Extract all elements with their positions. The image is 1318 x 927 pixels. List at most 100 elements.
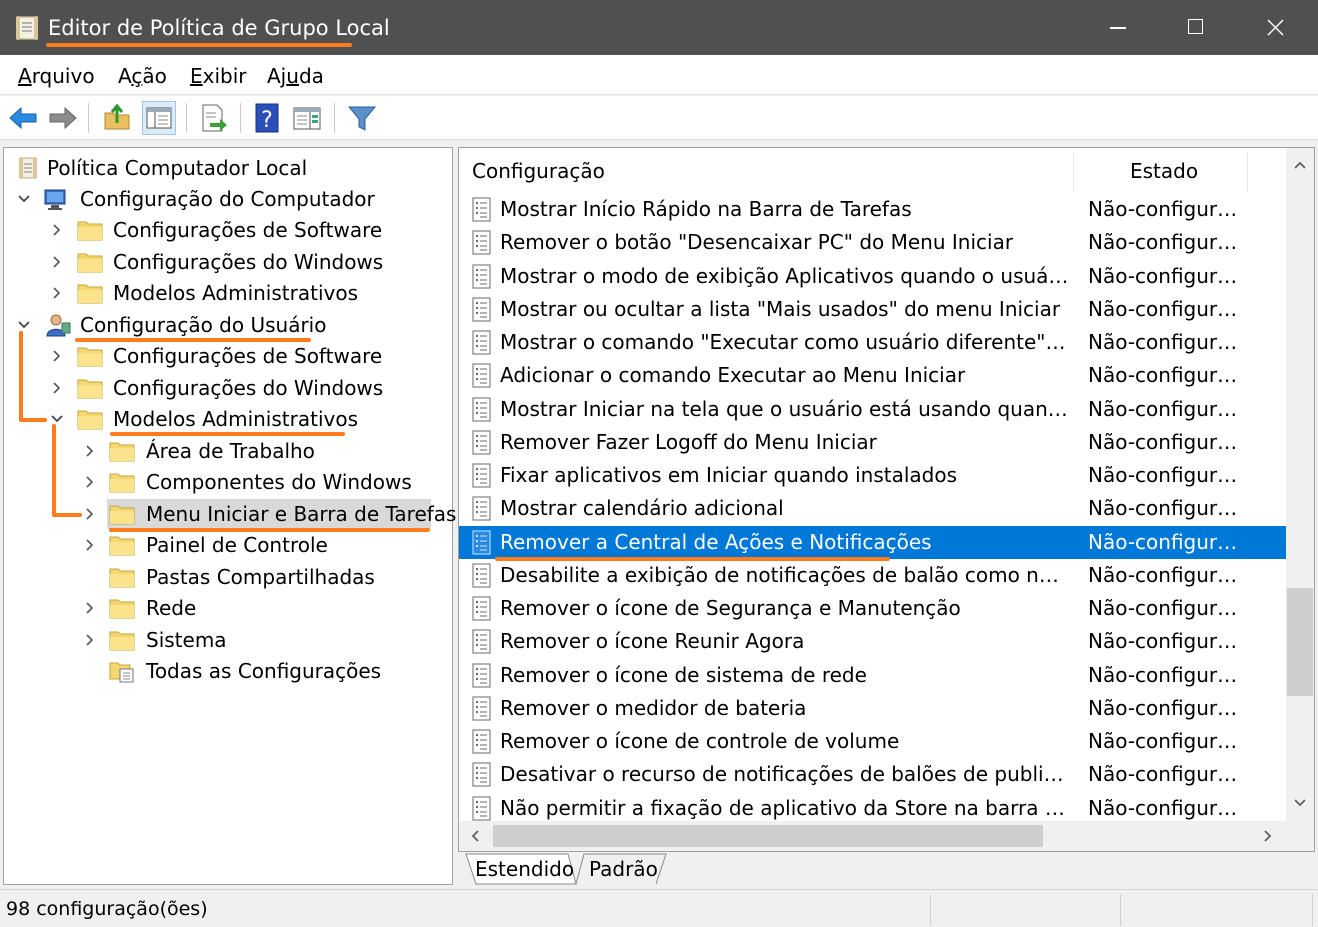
toolbar: ? <box>0 96 1318 140</box>
menu-label-part: xibir <box>202 64 247 88</box>
maximize-icon <box>1188 19 1203 34</box>
setting-row-selected[interactable]: Remover a Central de Ações e Notificaçõe… <box>459 525 1286 559</box>
tree-label: Configuração do Computador <box>80 187 375 211</box>
setting-row[interactable]: Não permitir a fixação de aplicativo da … <box>459 792 1286 825</box>
menu-label-part: ão <box>142 64 167 88</box>
setting-row[interactable]: Remover o medidor de bateria Não-configur… <box>459 692 1286 725</box>
policy-setting-icon <box>472 629 491 654</box>
back-button[interactable] <box>6 101 40 135</box>
tree-item-cc-administrative-templates[interactable]: Modelos Administrativos <box>4 277 452 309</box>
tree-label: Configurações do Windows <box>113 376 384 400</box>
policy-setting-icon <box>472 696 491 721</box>
tree-item-windows-components[interactable]: Componentes do Windows <box>4 466 452 498</box>
filter-button[interactable] <box>345 101 379 135</box>
horizontal-scroll-thumb[interactable] <box>493 825 1043 847</box>
tree-item-uc-windows-settings[interactable]: Configurações do Windows <box>4 372 452 404</box>
menu-arquivo[interactable]: Arquivo <box>18 63 95 89</box>
tree-item-uc-administrative-templates[interactable]: Modelos Administrativos <box>4 403 452 435</box>
setting-row[interactable]: Adicionar o comando Executar ao Menu Ini… <box>459 359 1286 392</box>
menu-acao[interactable]: Ação <box>118 63 167 89</box>
minimize-button[interactable] <box>1078 0 1158 55</box>
menu-label-part: Aj <box>267 64 287 88</box>
setting-name: Remover a Central de Ações e Notificaçõe… <box>500 529 932 554</box>
folder-icon <box>109 631 135 651</box>
export-list-button[interactable] <box>196 101 230 135</box>
tab-extended[interactable]: Estendido <box>475 853 574 885</box>
setting-row[interactable]: Desativar o recurso de notificações de b… <box>459 758 1286 791</box>
policy-editor-icon <box>16 16 38 40</box>
vertical-scrollbar[interactable] <box>1286 148 1314 821</box>
annotation-underline-selected-setting <box>495 557 890 561</box>
menu-ajuda[interactable]: Ajuda <box>267 63 324 89</box>
tree-label: Configurações do Windows <box>113 250 384 274</box>
column-header-state[interactable]: Estado <box>1130 148 1198 194</box>
setting-row[interactable]: Remover o ícone de Segurança e Manutençã… <box>459 592 1286 625</box>
column-divider[interactable] <box>1073 152 1074 192</box>
tree-item-user-configuration[interactable]: Configuração do Usuário <box>4 309 452 341</box>
scroll-left-arrow-icon[interactable] <box>466 827 484 845</box>
setting-row[interactable]: Mostrar calendário adicional Não-configur… <box>459 492 1286 525</box>
title-highlight-underline <box>46 43 352 47</box>
policy-setting-icon <box>472 530 491 554</box>
menu-accelerator: ç <box>131 64 143 88</box>
tree-item-network[interactable]: Rede <box>4 592 452 624</box>
setting-name: Mostrar calendário adicional <box>500 496 784 521</box>
folder-icon <box>109 505 135 525</box>
tab-standard[interactable]: Padrão <box>589 853 658 885</box>
export-list-icon <box>202 104 227 132</box>
tree-item-uc-software-settings[interactable]: Configurações de Software <box>4 340 452 372</box>
policy-setting-icon <box>472 197 491 222</box>
setting-row[interactable]: Mostrar Início Rápido na Barra de Tarefa… <box>459 193 1286 226</box>
tree-item-cc-software-settings[interactable]: Configurações de Software <box>4 214 452 246</box>
setting-name: Desativar o recurso de notificações de b… <box>500 762 1070 787</box>
setting-row[interactable]: Desabilite a exibição de notificações de… <box>459 559 1286 592</box>
tree-item-shared-folders[interactable]: Pastas Compartilhadas <box>4 561 452 593</box>
scroll-up-arrow-icon[interactable] <box>1291 156 1309 174</box>
setting-row[interactable]: Mostrar Iniciar na tela que o usuário es… <box>459 393 1286 426</box>
tree-label: Área de Trabalho <box>146 439 315 463</box>
folder-icon <box>77 253 103 273</box>
setting-row[interactable]: Mostrar o modo de exibição Aplicativos q… <box>459 260 1286 293</box>
menu-exibir[interactable]: Exibir <box>190 63 247 89</box>
tree-item-cc-windows-settings[interactable]: Configurações do Windows <box>4 246 452 278</box>
show-hide-tree-button[interactable] <box>142 101 176 135</box>
tree-item-control-panel[interactable]: Painel de Controle <box>4 529 452 561</box>
tree-item-desktop[interactable]: Área de Trabalho <box>4 435 452 467</box>
setting-state: Não-configurada <box>1088 662 1238 687</box>
tree-label: Painel de Controle <box>146 533 328 557</box>
setting-state: Não-configurada <box>1088 363 1238 388</box>
setting-row[interactable]: Remover o ícone de controle de volume Não… <box>459 725 1286 758</box>
up-folder-button[interactable] <box>100 101 134 135</box>
help-button[interactable]: ? <box>250 101 284 135</box>
setting-name: Remover Fazer Logoff do Menu Iniciar <box>500 429 877 454</box>
horizontal-scrollbar[interactable] <box>459 821 1314 851</box>
tree-item-computer-configuration[interactable]: Configuração do Computador <box>4 183 452 215</box>
setting-name: Mostrar ou ocultar a lista "Mais usados"… <box>500 296 1061 321</box>
setting-row[interactable]: Mostrar o comando "Executar como usuário… <box>459 326 1286 359</box>
maximize-button[interactable] <box>1156 0 1236 55</box>
menu-accelerator: A <box>18 64 32 88</box>
column-divider[interactable] <box>1247 152 1248 192</box>
setting-state: Não-configurada <box>1088 496 1238 521</box>
tree-item-system[interactable]: Sistema <box>4 624 452 656</box>
tree-item-local-computer-policy[interactable]: Política Computador Local <box>4 152 452 184</box>
setting-row[interactable]: Fixar aplicativos em Iniciar quando inst… <box>459 459 1286 492</box>
scroll-right-arrow-icon[interactable] <box>1259 827 1277 845</box>
tree-item-all-settings[interactable]: Todas as Configurações <box>4 655 452 687</box>
setting-row[interactable]: Remover Fazer Logoff do Menu Iniciar Não-… <box>459 426 1286 459</box>
show-hide-action-pane-button[interactable] <box>290 101 324 135</box>
scroll-down-arrow-icon[interactable] <box>1291 794 1309 812</box>
folder-icon <box>109 473 135 493</box>
tree-label: Modelos Administrativos <box>113 281 358 305</box>
column-header-setting[interactable]: Configuração <box>472 148 605 194</box>
setting-name: Remover o medidor de bateria <box>500 695 807 720</box>
setting-row[interactable]: Remover o ícone de sistema de rede Não-co… <box>459 659 1286 692</box>
forward-button[interactable] <box>46 101 80 135</box>
user-icon <box>46 314 71 337</box>
close-button[interactable] <box>1236 0 1316 55</box>
setting-row[interactable]: Remover o botão "Desencaixar PC" do Menu… <box>459 226 1286 259</box>
setting-row[interactable]: Remover o ícone Reunir Agora Não-configur… <box>459 625 1286 658</box>
vertical-scroll-thumb[interactable] <box>1287 588 1313 696</box>
setting-row[interactable]: Mostrar ou ocultar a lista "Mais usados"… <box>459 293 1286 326</box>
folder-icon <box>77 284 103 304</box>
